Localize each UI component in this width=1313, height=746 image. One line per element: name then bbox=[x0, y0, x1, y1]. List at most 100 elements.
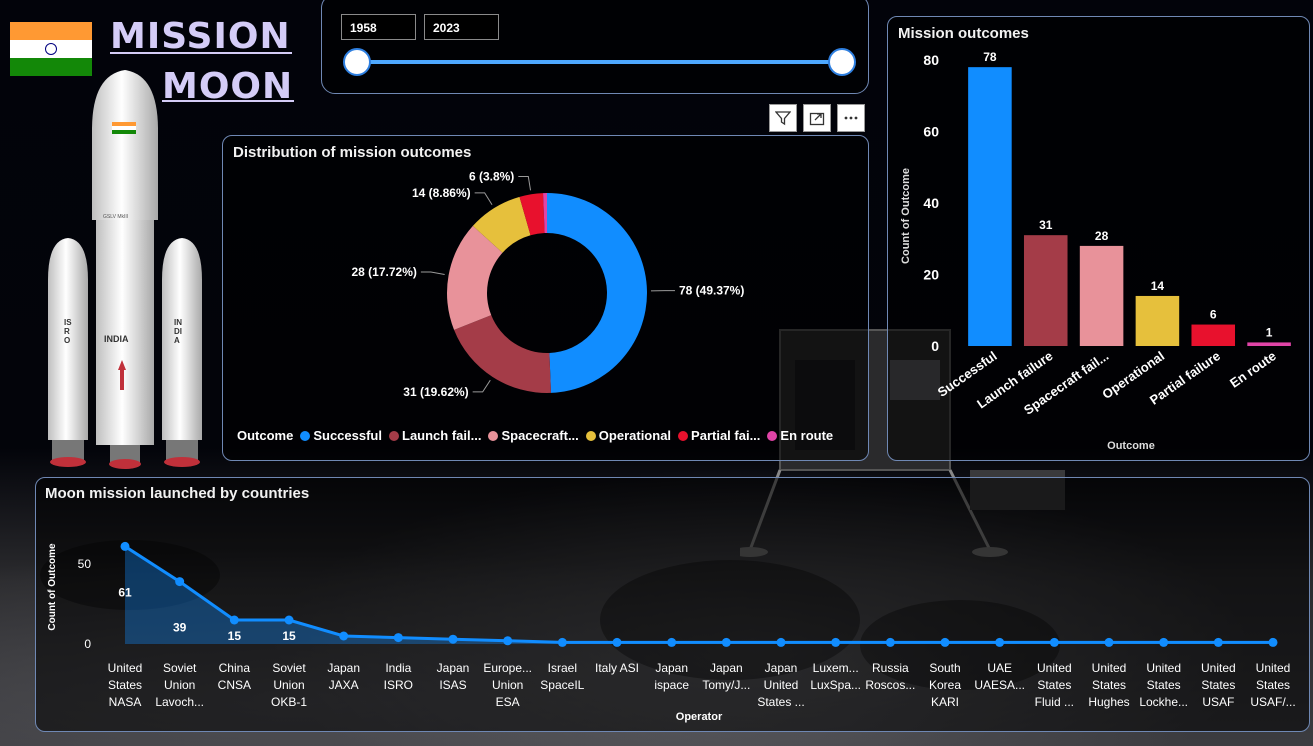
x-tick-label: SpaceIL bbox=[540, 678, 584, 692]
legend-item-operational[interactable]: Operational bbox=[585, 428, 672, 443]
bar-3[interactable] bbox=[1135, 295, 1180, 346]
x-tick-label: Korea bbox=[929, 678, 961, 692]
x-tick-label: States bbox=[1092, 678, 1126, 692]
data-point[interactable] bbox=[175, 577, 185, 587]
x-tick-label: United bbox=[1201, 661, 1236, 675]
legend-label: Operational bbox=[598, 428, 672, 443]
rocket-image bbox=[48, 70, 202, 469]
x-tick-label: ispace bbox=[654, 678, 689, 692]
data-point[interactable] bbox=[120, 541, 130, 551]
donut-data-label: 6 (3.8%) bbox=[469, 169, 514, 183]
data-point[interactable] bbox=[1268, 637, 1278, 647]
rocket-model-label: GSLV MkIII bbox=[103, 214, 129, 220]
year-slider-start-handle[interactable] bbox=[343, 48, 371, 76]
data-point[interactable] bbox=[557, 637, 567, 647]
legend-item-launch-failure[interactable]: Launch fail... bbox=[389, 428, 481, 443]
donut-slice-launch-failure[interactable] bbox=[454, 315, 551, 393]
data-point[interactable] bbox=[1049, 637, 1059, 647]
data-point[interactable] bbox=[284, 615, 294, 625]
data-point[interactable] bbox=[448, 634, 458, 644]
filter-button[interactable] bbox=[769, 104, 797, 132]
legend-item-spacecraft-failure[interactable]: Spacecraft... bbox=[488, 428, 579, 443]
bar-4[interactable] bbox=[1191, 324, 1236, 346]
rocket-left-booster-label: ISRO bbox=[64, 318, 72, 345]
x-tick-label: Soviet bbox=[272, 661, 306, 675]
x-tick-label: JAXA bbox=[329, 678, 359, 692]
bar-data-label: 28 bbox=[1095, 229, 1109, 243]
donut-data-label: 14 (8.86%) bbox=[412, 186, 471, 200]
x-tick-label: UAESA... bbox=[974, 678, 1025, 692]
data-point[interactable] bbox=[1104, 637, 1114, 647]
legend-dot bbox=[389, 430, 399, 441]
legend-title: Outcome bbox=[237, 428, 294, 443]
bar-1[interactable] bbox=[1023, 235, 1068, 346]
data-point[interactable] bbox=[995, 637, 1005, 647]
x-tick-label: Japan bbox=[765, 661, 798, 675]
year-slider-track[interactable] bbox=[355, 60, 842, 64]
donut-chart[interactable]: 78 (49.37%) 31 (19.62%) 28 (17.72%) 14 (8.8… bbox=[222, 135, 867, 425]
donut-slice-successful[interactable] bbox=[547, 193, 648, 393]
bar-0[interactable] bbox=[968, 67, 1012, 347]
x-tick-label: ISAS bbox=[439, 678, 466, 692]
more-options-icon bbox=[844, 116, 858, 120]
legend-dot bbox=[585, 430, 596, 441]
legend-label: Successful bbox=[313, 428, 382, 443]
india-flag bbox=[10, 22, 92, 76]
data-point[interactable] bbox=[721, 637, 731, 647]
x-tick-label: Tomy/J... bbox=[702, 678, 750, 692]
legend-label: En route bbox=[780, 428, 834, 443]
x-tick-label: En route bbox=[1227, 348, 1279, 391]
line-data-label: 61 bbox=[118, 585, 132, 599]
bar-data-label: 1 bbox=[1266, 325, 1273, 339]
more-options-button[interactable] bbox=[837, 104, 865, 132]
data-point[interactable] bbox=[612, 637, 622, 647]
focus-mode-button[interactable] bbox=[803, 104, 831, 132]
legend-item-partial-failure[interactable]: Partial fai... bbox=[678, 428, 760, 443]
data-point[interactable] bbox=[1159, 637, 1169, 647]
legend-item-successful[interactable]: Successful bbox=[300, 428, 382, 443]
legend-item-en-route[interactable]: En route bbox=[767, 428, 833, 443]
year-slider-end-handle[interactable] bbox=[828, 48, 856, 76]
x-tick-label: States bbox=[1256, 678, 1290, 692]
legend-dot bbox=[300, 430, 311, 441]
line-data-label: 15 bbox=[228, 629, 242, 643]
data-point[interactable] bbox=[339, 631, 349, 641]
legend-dot bbox=[488, 430, 499, 441]
bar-2[interactable] bbox=[1079, 245, 1124, 346]
y-axis-title: Count of Outcome bbox=[900, 168, 912, 264]
x-tick-label: United bbox=[1256, 661, 1291, 675]
x-tick-label: Union bbox=[492, 678, 523, 692]
y-tick-label: 0 bbox=[84, 637, 91, 651]
area-chart[interactable]: 0 50 61 United States NASA 39 Soviet Union Lavoch… bbox=[35, 477, 1308, 730]
data-point[interactable] bbox=[1213, 637, 1223, 647]
logo-title-line1: MISSION bbox=[110, 16, 291, 57]
x-tick-label: Lockhe... bbox=[1139, 695, 1188, 709]
data-point[interactable] bbox=[503, 636, 513, 646]
x-tick-label: ESA bbox=[496, 695, 520, 709]
focus-mode-icon bbox=[809, 112, 825, 126]
data-point[interactable] bbox=[667, 637, 677, 647]
x-tick-label: Europe... bbox=[483, 661, 532, 675]
x-tick-label: OKB-1 bbox=[271, 695, 307, 709]
bar-chart[interactable]: 020406080 78Successful31Launch failure28S… bbox=[887, 16, 1308, 459]
x-tick-label: Japan bbox=[327, 661, 360, 675]
x-tick-label: United bbox=[764, 678, 799, 692]
x-tick-label: United bbox=[1146, 661, 1181, 675]
legend-label: Launch fail... bbox=[402, 428, 482, 443]
x-tick-label: UAE bbox=[987, 661, 1012, 675]
data-point[interactable] bbox=[229, 615, 239, 625]
start-year-input[interactable]: 1958 bbox=[341, 14, 416, 40]
data-point[interactable] bbox=[776, 637, 786, 647]
x-tick-label: United bbox=[108, 661, 143, 675]
end-year-input[interactable]: 2023 bbox=[424, 14, 499, 40]
y-tick-label: 60 bbox=[923, 124, 939, 140]
data-point[interactable] bbox=[885, 637, 895, 647]
data-point[interactable] bbox=[940, 637, 950, 647]
bar-5[interactable] bbox=[1247, 342, 1291, 346]
y-tick-label: 0 bbox=[931, 338, 939, 354]
x-tick-label: United bbox=[1037, 661, 1072, 675]
x-tick-label: Hughes bbox=[1088, 695, 1129, 709]
data-point[interactable] bbox=[393, 633, 403, 643]
data-point[interactable] bbox=[831, 637, 841, 647]
x-tick-label: USAF bbox=[1202, 695, 1234, 709]
